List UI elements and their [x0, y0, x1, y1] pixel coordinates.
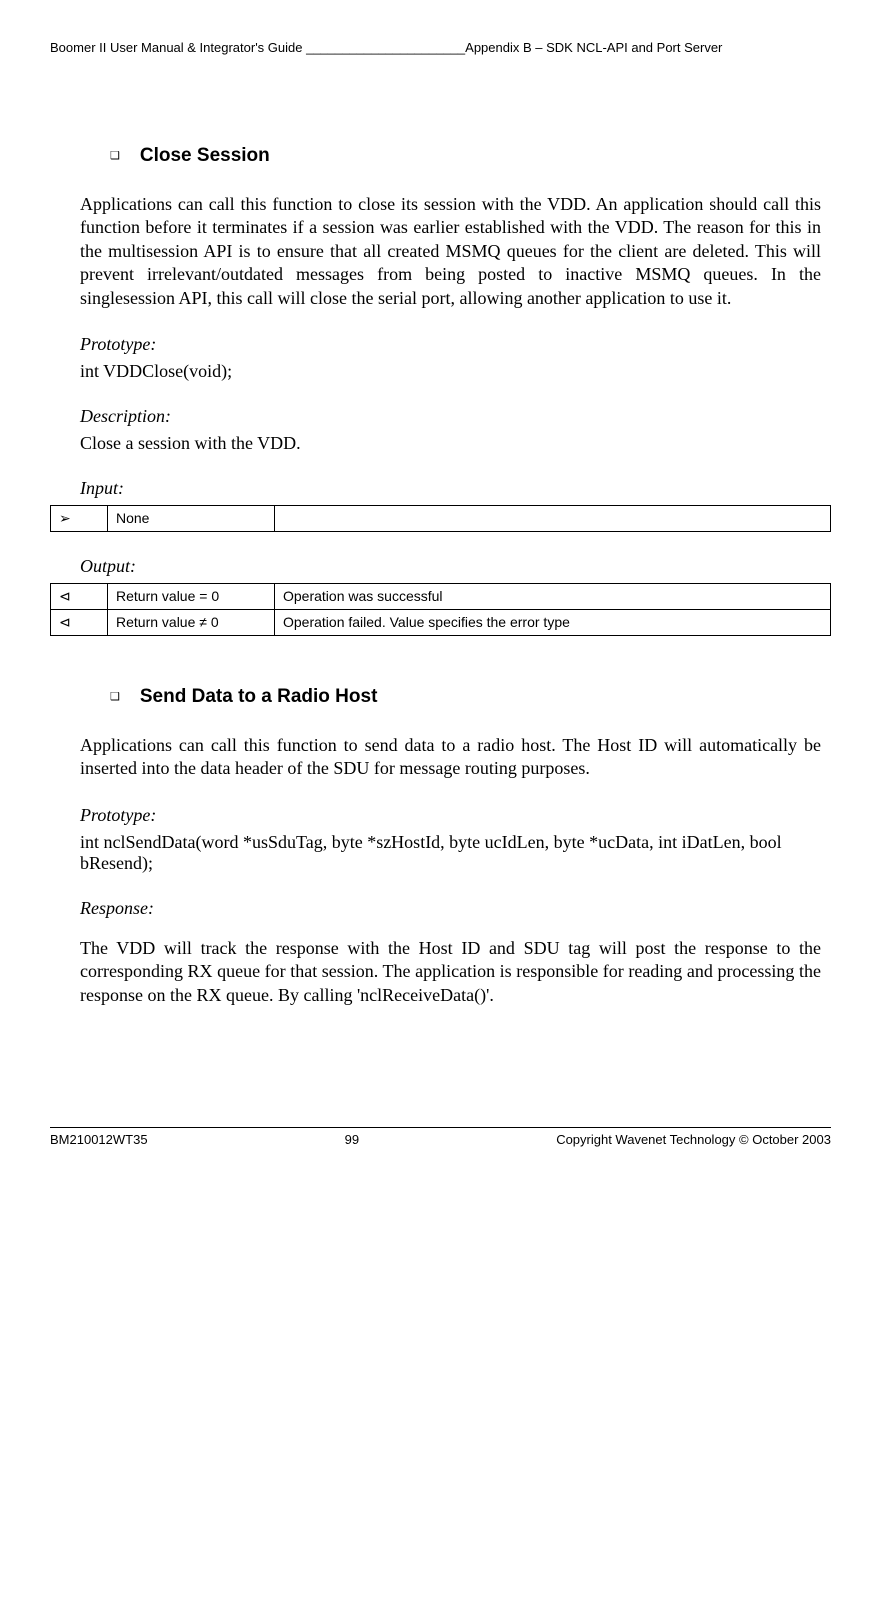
- section-title: Send Data to a Radio Host: [140, 686, 378, 708]
- table-row: ⊲ Return value ≠ 0 Operation failed. Val…: [51, 609, 831, 635]
- header-left: Boomer II User Manual & Integrator's Gui…: [50, 40, 465, 55]
- footer-right: Copyright Wavenet Technology © October 2…: [556, 1132, 831, 1147]
- output-desc: Operation was successful: [275, 583, 831, 609]
- input-table: ➢ None: [50, 505, 831, 532]
- footer-page-number: 99: [345, 1132, 359, 1147]
- arrow-icon: ⊲: [51, 583, 108, 609]
- page-header: Boomer II User Manual & Integrator's Gui…: [50, 40, 831, 55]
- prototype-label: Prototype:: [80, 334, 831, 355]
- input-label: Input:: [80, 478, 831, 499]
- page-footer: BM210012WT35 99 Copyright Wavenet Techno…: [50, 1127, 831, 1147]
- prototype-label: Prototype:: [80, 805, 831, 826]
- arrow-icon: ⊲: [51, 609, 108, 635]
- description-text: Close a session with the VDD.: [80, 433, 821, 454]
- prototype-code: int VDDClose(void);: [80, 361, 821, 382]
- send-data-intro: Applications can call this function to s…: [80, 734, 821, 781]
- bullet-icon: ❑: [110, 149, 120, 162]
- close-session-intro: Applications can call this function to c…: [80, 193, 821, 310]
- output-desc: Operation failed. Value specifies the er…: [275, 609, 831, 635]
- output-table: ⊲ Return value = 0 Operation was success…: [50, 583, 831, 636]
- section-title: Close Session: [140, 145, 270, 167]
- arrow-icon: ➢: [51, 505, 108, 531]
- table-row: ➢ None: [51, 505, 831, 531]
- output-name: Return value ≠ 0: [108, 609, 275, 635]
- response-label: Response:: [80, 898, 831, 919]
- footer-left: BM210012WT35: [50, 1132, 148, 1147]
- section-heading-send-data: ❑ Send Data to a Radio Host: [110, 656, 831, 716]
- bullet-icon: ❑: [110, 690, 120, 703]
- input-name: None: [108, 505, 275, 531]
- output-name: Return value = 0: [108, 583, 275, 609]
- response-text: The VDD will track the response with the…: [80, 937, 821, 1007]
- input-desc: [275, 505, 831, 531]
- header-right: Appendix B – SDK NCL-API and Port Server: [465, 40, 722, 55]
- output-label: Output:: [80, 556, 831, 577]
- section-heading-close-session: ❑ Close Session: [110, 115, 831, 175]
- prototype-code: int nclSendData(word *usSduTag, byte *sz…: [80, 832, 821, 874]
- description-label: Description:: [80, 406, 831, 427]
- table-row: ⊲ Return value = 0 Operation was success…: [51, 583, 831, 609]
